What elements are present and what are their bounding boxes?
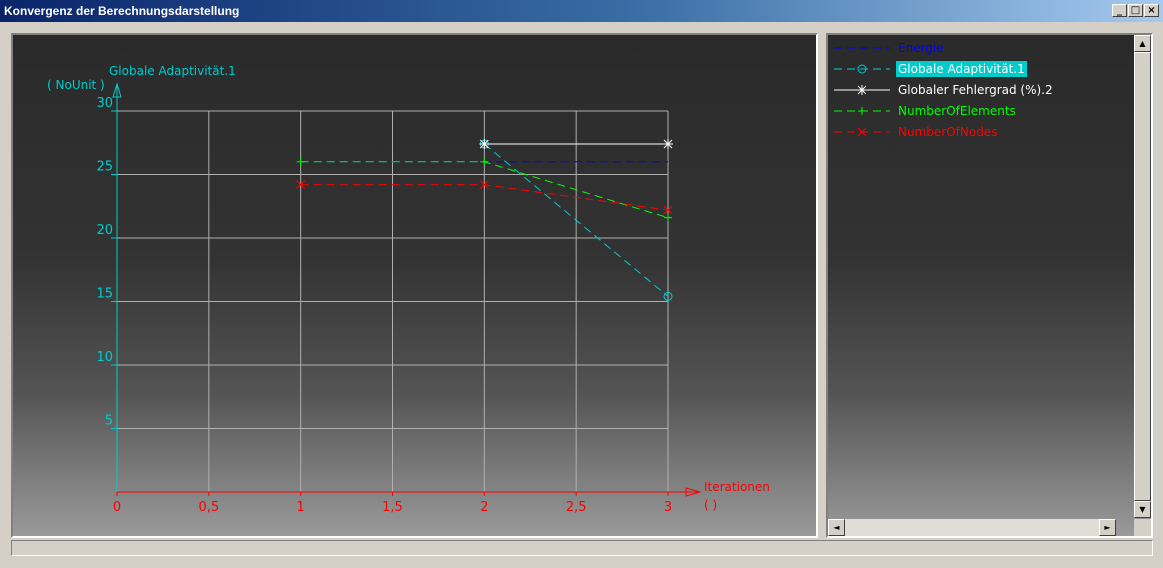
- x-tick-label: 1: [297, 500, 305, 515]
- legend-item[interactable]: NumberOfNodes: [832, 122, 1132, 142]
- legend-swatch-icon: [834, 127, 890, 137]
- y-tick-label: 5: [105, 414, 113, 429]
- window-title: Konvergenz der Berechnungsdarstellung: [4, 4, 240, 18]
- legend-swatch-icon: [834, 64, 890, 74]
- legend-label: Globale Adaptivität.1: [896, 61, 1027, 77]
- x-axis-label: Iterationen: [704, 480, 770, 494]
- grid-layer: [117, 110, 669, 492]
- y-tick-label: 20: [96, 223, 113, 238]
- marker-plus: [296, 157, 305, 166]
- status-bar: [11, 540, 1153, 556]
- star-marker-icon: [857, 85, 867, 95]
- legend-item[interactable]: Globaler Fehlergrad (%).2: [832, 80, 1132, 100]
- marker-star: [857, 85, 867, 95]
- legend-item[interactable]: Globale Adaptivität.1: [832, 59, 1132, 79]
- legend-swatch-icon: [834, 47, 890, 49]
- scroll-down-button[interactable]: ▼: [1134, 501, 1151, 518]
- plus-marker-icon: [858, 107, 866, 115]
- legend-label: NumberOfElements: [898, 104, 1016, 118]
- y-axis-label: Globale Adaptivität.1: [109, 64, 236, 78]
- scrollbar-corner: [1134, 519, 1151, 536]
- x-tick-label: 3: [664, 500, 672, 515]
- y-tick-label: 30: [96, 96, 113, 111]
- star-marker-icon: [479, 139, 490, 150]
- legend-label: Globaler Fehlergrad (%).2: [898, 83, 1053, 97]
- legend-label: NumberOfNodes: [898, 125, 998, 139]
- title-bar: Konvergenz der Berechnungsdarstellung _ …: [0, 0, 1163, 22]
- scroll-right-button[interactable]: ►: [1099, 519, 1116, 536]
- x-tick-label: 2: [480, 500, 488, 515]
- legend-swatch-icon: [834, 85, 890, 95]
- marker-plus: [664, 213, 672, 222]
- star-marker-icon: [663, 139, 673, 150]
- plus-marker-icon: [664, 213, 672, 222]
- maximize-button[interactable]: □: [1128, 4, 1143, 17]
- plus-marker-icon: [480, 157, 489, 166]
- chart-panel: 5 10 15 20 25 30 0 0,5 1 1,5 2 2,5 3 Globale Adaptivi…: [11, 33, 818, 538]
- y-tick-label: 25: [96, 160, 113, 175]
- minimize-button[interactable]: _: [1112, 4, 1127, 17]
- scroll-up-button[interactable]: ▲: [1134, 35, 1151, 52]
- legend-label: Energie: [898, 41, 944, 55]
- legend-panel: Energie Globale Adaptivität.1 Globaler Feh…: [826, 33, 1153, 538]
- x-tick-label: 0: [113, 500, 121, 515]
- labels-layer: 5 10 15 20 25 30 0 0,5 1 1,5 2 2,5 3 Globale Adaptivi…: [47, 64, 770, 515]
- x-tick-label: 0,5: [198, 500, 219, 515]
- scroll-left-button[interactable]: ◄: [828, 519, 845, 536]
- y-tick-label: 15: [96, 287, 113, 302]
- y-axis-unit: ( NoUnit ): [47, 78, 105, 92]
- marker-star: [663, 139, 673, 150]
- axes-layer: [111, 82, 702, 497]
- y-tick-label: 10: [96, 350, 113, 365]
- marker-star: [479, 139, 490, 150]
- close-button[interactable]: ×: [1144, 4, 1159, 17]
- vertical-scrollbar[interactable]: ▲ ▼: [1134, 35, 1151, 518]
- vertical-scroll-thumb[interactable]: [1134, 52, 1151, 501]
- x-tick-label: 1,5: [382, 500, 403, 515]
- legend-item[interactable]: NumberOfElements: [832, 101, 1132, 121]
- marker-plus: [858, 107, 866, 115]
- x-axis-unit: ( ): [704, 498, 717, 512]
- window-controls: _ □ ×: [1112, 4, 1159, 17]
- x-tick-label: 2,5: [566, 500, 587, 515]
- convergence-chart: 5 10 15 20 25 30 0 0,5 1 1,5 2 2,5 3 Globale Adaptivi…: [47, 64, 770, 515]
- legend-swatch-icon: [834, 107, 890, 115]
- horizontal-scrollbar[interactable]: ◄ ►: [828, 519, 1116, 536]
- plus-marker-icon: [296, 157, 305, 166]
- legend-item[interactable]: Energie: [832, 38, 1132, 58]
- marker-plus: [480, 157, 489, 166]
